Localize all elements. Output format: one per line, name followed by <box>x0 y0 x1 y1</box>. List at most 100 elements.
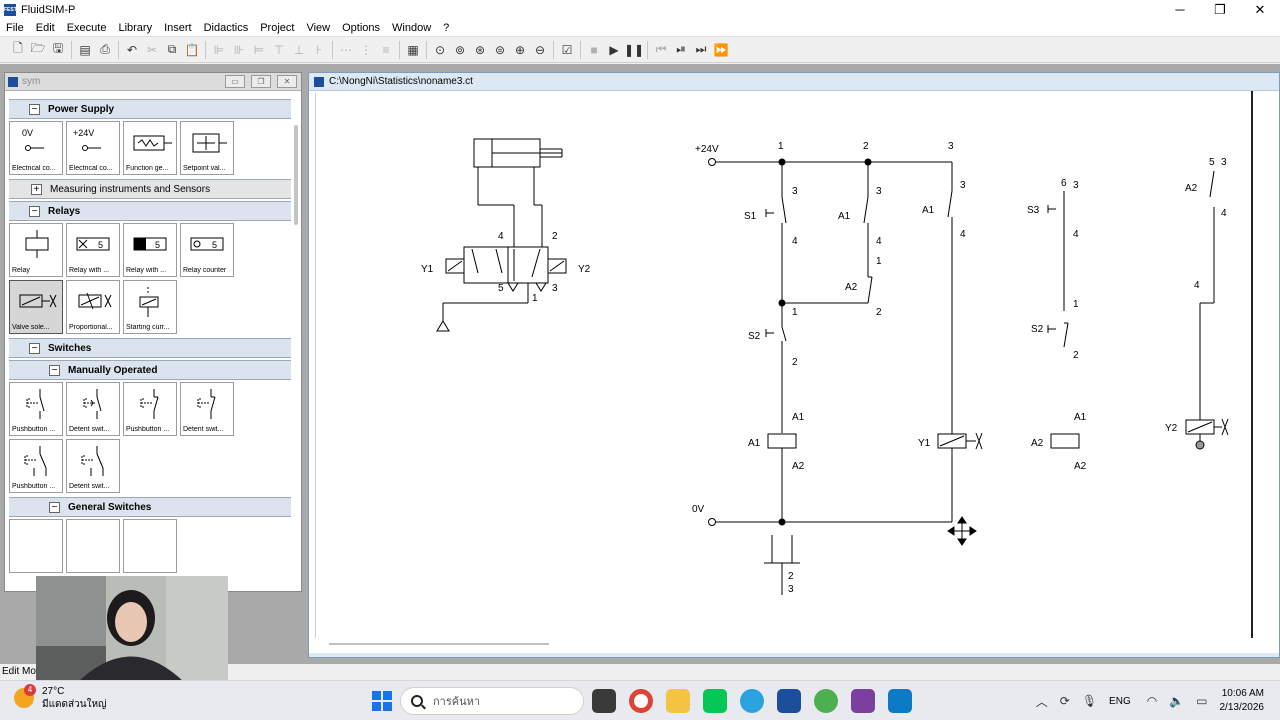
telegram-icon[interactable] <box>740 689 764 713</box>
reset-icon[interactable]: ⏮ <box>651 40 671 60</box>
chrome-icon[interactable] <box>629 689 653 713</box>
library-item-proportional[interactable]: Proportional... <box>66 280 120 334</box>
library-item-relay-counter[interactable]: 5 Relay counter <box>180 223 234 277</box>
zoom-all-icon[interactable]: ⊜ <box>490 40 510 60</box>
line-icon[interactable] <box>703 689 727 713</box>
chevron-up-icon[interactable]: ︿ <box>1036 693 1048 710</box>
clock[interactable]: 10:06 AM 2/13/2026 <box>1220 687 1265 715</box>
app-icon[interactable] <box>851 689 875 713</box>
windows-start-icon[interactable] <box>372 691 392 711</box>
menu-options[interactable]: Options <box>336 22 386 34</box>
library-restore-icon[interactable]: ❐ <box>251 75 271 88</box>
library-item-general-switch[interactable] <box>66 519 120 573</box>
pause-icon[interactable]: ❚❚ <box>624 40 644 60</box>
horizontal-scrollbar[interactable] <box>329 643 549 645</box>
align-top-icon[interactable]: ⊤ <box>269 40 289 60</box>
collapse-icon[interactable]: − <box>29 342 40 354</box>
library-item-function-generator[interactable]: Function ge... <box>123 121 177 175</box>
library-item-relay-delay[interactable]: 5 Relay with ... <box>66 223 120 277</box>
library-minimize-icon[interactable]: ▭ <box>225 75 245 88</box>
library-item-general-switch[interactable] <box>9 519 63 573</box>
battery-icon[interactable]: ▭ <box>1196 694 1207 708</box>
collapse-icon[interactable]: − <box>49 501 60 513</box>
align-bottom-icon[interactable]: ⊦ <box>309 40 329 60</box>
menu-view[interactable]: View <box>300 22 336 34</box>
collapse-icon[interactable]: − <box>29 205 40 217</box>
fluidsim-taskbar-icon[interactable] <box>777 689 801 713</box>
menu-file[interactable]: File <box>0 22 30 34</box>
library-item-pushbutton-no[interactable]: Pushbutton ... <box>9 382 63 436</box>
align-center-icon[interactable]: ⊪ <box>229 40 249 60</box>
library-titlebar[interactable]: sym ▭ ❐ ✕ <box>5 73 301 91</box>
menu-edit[interactable]: Edit <box>30 22 61 34</box>
step-forward-icon[interactable]: ⏭ <box>691 40 711 60</box>
print-icon[interactable]: ⎙ <box>95 40 115 60</box>
menu-project[interactable]: Project <box>254 22 300 34</box>
collapse-icon[interactable]: − <box>29 103 40 115</box>
chrome-profile-icon[interactable] <box>814 689 838 713</box>
menu-execute[interactable]: Execute <box>61 22 113 34</box>
check-icon[interactable]: ☑ <box>557 40 577 60</box>
zoom-out-icon[interactable]: ⊖ <box>530 40 550 60</box>
library-item-relay-off-delay[interactable]: 5 Relay with ... <box>123 223 177 277</box>
library-item-setpoint[interactable]: Setpoint val... <box>180 121 234 175</box>
double-acting-cylinder[interactable] <box>473 138 563 168</box>
group-relays[interactable]: − Relays <box>9 201 291 221</box>
app-icon[interactable] <box>888 689 912 713</box>
group-switches[interactable]: − Switches <box>9 338 291 358</box>
paste-icon[interactable]: 📋 <box>182 40 202 60</box>
distribute-h-icon[interactable]: ⋯ <box>336 40 356 60</box>
library-item-pushbutton-changeover[interactable]: Pushbutton ... <box>9 439 63 493</box>
microphone-icon[interactable]: 🎙 <box>1082 694 1097 708</box>
maximize-icon[interactable]: ❐ <box>1200 0 1240 19</box>
save-icon[interactable]: 🖫 <box>48 40 68 60</box>
taskbar-search[interactable]: การค้นหา <box>400 687 584 715</box>
library-item-detent-changeover[interactable]: Detent swit... <box>66 439 120 493</box>
distribute-v-icon[interactable]: ⋮ <box>356 40 376 60</box>
zoom-window-icon[interactable]: ⊚ <box>450 40 470 60</box>
menu-didactics[interactable]: Didactics <box>198 22 255 34</box>
group-general-switches[interactable]: − General Switches <box>9 497 291 517</box>
open-icon[interactable]: 🗁 <box>28 40 48 60</box>
library-item-detent-no[interactable]: Detent swit... <box>66 382 120 436</box>
close-icon[interactable]: ✕ <box>1240 0 1280 19</box>
expand-icon[interactable]: + <box>31 183 42 195</box>
stop-icon[interactable]: ■ <box>584 40 604 60</box>
library-item-detent-nc[interactable]: Detent swit... <box>180 382 234 436</box>
undo-icon[interactable]: ↶ <box>122 40 142 60</box>
group-power-supply[interactable]: − Power Supply <box>9 99 291 119</box>
circuit-titlebar[interactable]: C:\NongNi\Statistics\noname3.ct <box>309 73 1279 91</box>
align-left-icon[interactable]: ⊫ <box>209 40 229 60</box>
zoom-fit-icon[interactable]: ⊙ <box>430 40 450 60</box>
circuit-diagram[interactable]: +24V 0V 1 2 3 Y1 Y2 4 2 5 3 1 S1 S2 S3 S… <box>316 93 1254 638</box>
file-explorer-icon[interactable] <box>666 689 690 713</box>
volume-icon[interactable]: 🔈 <box>1169 694 1184 708</box>
play-icon[interactable]: ▶ <box>604 40 624 60</box>
group-measuring[interactable]: + Measuring instruments and Sensors <box>9 179 291 199</box>
circuit-canvas[interactable]: +24V 0V 1 2 3 Y1 Y2 4 2 5 3 1 S1 S2 S3 S… <box>315 93 1253 638</box>
menu-window[interactable]: Window <box>386 22 437 34</box>
library-item-24v[interactable]: +24V Electrical co... <box>66 121 120 175</box>
print-preview-icon[interactable]: ▤ <box>75 40 95 60</box>
weather-widget[interactable]: 4 27°C มีแดดส่วนใหญ่ <box>14 684 107 711</box>
menu-insert[interactable]: Insert <box>158 22 198 34</box>
library-item-general-switch[interactable] <box>123 519 177 573</box>
sync-icon[interactable]: ⟳ <box>1060 694 1070 708</box>
grid-icon[interactable]: ▦ <box>403 40 423 60</box>
new-icon[interactable]: 🗋 <box>8 40 28 60</box>
zoom-in-icon[interactable]: ⊕ <box>510 40 530 60</box>
align-right-icon[interactable]: ⊨ <box>249 40 269 60</box>
language-indicator[interactable]: ENG <box>1109 696 1131 707</box>
library-item-relay[interactable]: Relay <box>9 223 63 277</box>
wifi-icon[interactable]: ◠ <box>1147 694 1157 708</box>
menu-help[interactable]: ? <box>437 22 455 34</box>
library-item-pushbutton-nc[interactable]: Pushbutton ... <box>123 382 177 436</box>
library-item-valve-solenoid[interactable]: Valve sole... <box>9 280 63 334</box>
library-scrollbar[interactable] <box>294 125 298 225</box>
library-close-icon[interactable]: ✕ <box>277 75 297 88</box>
minimize-icon[interactable]: ─ <box>1160 0 1200 19</box>
library-item-starting-current[interactable]: Starting curr... <box>123 280 177 334</box>
align-middle-icon[interactable]: ⊥ <box>289 40 309 60</box>
cut-icon[interactable]: ✂ <box>142 40 162 60</box>
zoom-selection-icon[interactable]: ⊛ <box>470 40 490 60</box>
